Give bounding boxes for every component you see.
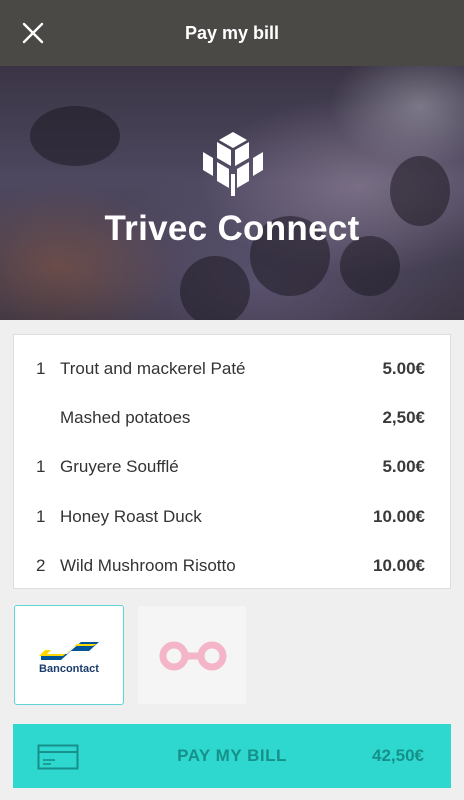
item-price: 5.00€: [382, 457, 425, 476]
trivec-logo-icon: [203, 132, 263, 196]
item-price: 5.00€: [382, 359, 425, 378]
hero-banner: Trivec Connect: [0, 66, 464, 320]
page-title: Pay my bill: [184, 23, 280, 43]
payment-method-other[interactable]: [137, 605, 247, 705]
bill-item-row: Mashed potatoes 2,50€: [14, 404, 452, 434]
pay-my-bill-button[interactable]: PAY MY BILL 42,50€: [13, 724, 451, 788]
item-price: 2,50€: [382, 408, 425, 427]
item-quantity: 1: [36, 457, 46, 476]
hero-photo-shade: [30, 106, 120, 166]
item-price: 10.00€: [373, 507, 425, 526]
bill-item-row: 1 Honey Roast Duck 10.00€: [14, 503, 452, 533]
item-price: 10.00€: [373, 556, 425, 575]
payment-method-bancontact[interactable]: Bancontact: [14, 605, 124, 705]
item-name: Honey Roast Duck: [60, 507, 202, 526]
brand-title: Trivec Connect: [104, 209, 360, 248]
hero-photo-shade: [180, 256, 250, 320]
bill-item-row: 2 Wild Mushroom Risotto 10.00€: [14, 552, 452, 582]
bill-list: 1 Trout and mackerel Paté 5.00€ Mashed p…: [13, 334, 451, 589]
item-name: Mashed potatoes: [60, 408, 191, 427]
bill-total: 42,50€: [372, 746, 424, 765]
bill-item-row: 1 Trout and mackerel Paté 5.00€: [14, 355, 452, 385]
item-quantity: 1: [36, 359, 46, 378]
item-name: Gruyere Soufflé: [60, 457, 179, 476]
item-name: Wild Mushroom Risotto: [60, 556, 236, 575]
item-quantity: 1: [36, 507, 46, 526]
bill-item-row: 1 Gruyere Soufflé 5.00€: [14, 453, 452, 483]
item-name: Trout and mackerel Paté: [60, 359, 246, 378]
bancontact-label: Bancontact: [39, 663, 99, 675]
item-quantity: 2: [36, 556, 46, 575]
top-bar: Pay my bill: [0, 0, 464, 66]
infinity-icon: [159, 641, 227, 671]
